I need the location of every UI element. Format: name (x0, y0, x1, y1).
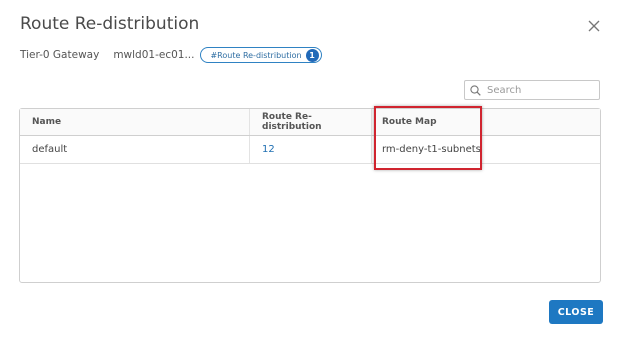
redistribution-tag[interactable]: #Route Re-distribution 1 (200, 47, 322, 63)
column-header-name[interactable]: Name (20, 109, 249, 135)
search-input[interactable] (487, 84, 587, 96)
row-name: default (32, 144, 68, 155)
row-route-redistribution-link[interactable]: 12 (249, 136, 371, 163)
dialog-title: Route Re-distribution (20, 14, 200, 34)
column-header-route-map[interactable]: Route Map (371, 109, 600, 135)
table-header: Name Route Re-distribution Route Map (20, 109, 600, 136)
column-header-route-redistribution[interactable]: Route Re-distribution (249, 109, 371, 135)
close-button[interactable]: CLOSE (549, 300, 603, 324)
gateway-name: mwld01-ec01... (113, 49, 195, 61)
close-icon[interactable] (584, 16, 604, 36)
row-route-map: rm-deny-t1-subnets (371, 136, 600, 163)
gateway-label: Tier-0 Gateway (20, 49, 100, 61)
search-icon (470, 84, 481, 96)
redistribution-tag-label: #Route Re-distribution (210, 50, 302, 60)
gateway-context: Tier-0 Gateway mwld01-ec01... #Route Re-… (20, 46, 322, 64)
route-redistribution-table: Name Route Re-distribution Route Map def… (19, 108, 601, 283)
redistribution-tag-count: 1 (305, 48, 319, 62)
table-row[interactable]: default 12 rm-deny-t1-subnets (20, 136, 600, 164)
search-box[interactable] (464, 80, 600, 100)
